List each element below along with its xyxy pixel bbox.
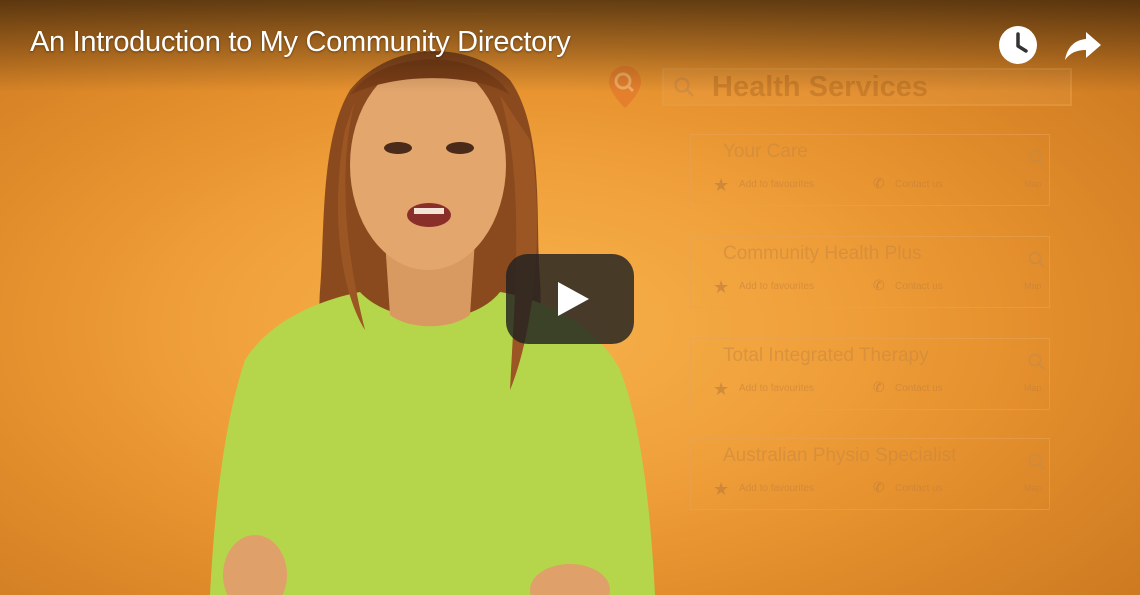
add-to-favourites-label: Add to favourites (739, 281, 815, 292)
phone-icon: ✆ (873, 479, 885, 495)
contact-us-label: Contact us (895, 281, 943, 292)
magnifier-icon (1028, 353, 1045, 370)
phone-icon: ✆ (873, 277, 885, 293)
service-card: Community Health Plus ★ Add to favourite… (690, 236, 1050, 308)
video-title[interactable]: An Introduction to My Community Director… (30, 26, 571, 59)
contact-us-label: Contact us (895, 179, 943, 190)
contact-us-label: Contact us (895, 383, 943, 394)
map-label: Map (1024, 483, 1042, 493)
star-icon: ★ (713, 479, 730, 499)
play-button[interactable] (506, 254, 634, 344)
add-to-favourites-label: Add to favourites (739, 483, 815, 494)
service-name: Australian Physio Specialist (723, 445, 957, 466)
play-icon (558, 282, 589, 316)
contact-us-label: Contact us (895, 483, 943, 494)
magnifier-icon (1028, 251, 1045, 268)
star-icon: ★ (713, 379, 730, 399)
phone-icon: ✆ (873, 175, 885, 191)
star-icon: ★ (713, 277, 730, 297)
service-card: Total Integrated Therapy ★ Add to favour… (690, 338, 1050, 410)
share-arrow-icon[interactable] (1062, 24, 1104, 66)
magnifier-icon (1028, 149, 1045, 166)
service-name: Your Care (723, 141, 808, 162)
magnifier-icon (1028, 453, 1045, 470)
star-icon: ★ (713, 175, 730, 195)
service-name: Community Health Plus (723, 243, 922, 264)
service-name: Total Integrated Therapy (723, 345, 929, 366)
video-player[interactable]: Health Services Your Care ★ Add to favou… (0, 0, 1140, 595)
map-label: Map (1024, 281, 1042, 291)
add-to-favourites-label: Add to favourites (739, 179, 815, 190)
map-label: Map (1024, 179, 1042, 189)
phone-icon: ✆ (873, 379, 885, 395)
clock-icon[interactable] (997, 24, 1039, 66)
service-card: Australian Physio Specialist ★ Add to fa… (690, 438, 1050, 510)
map-label: Map (1024, 383, 1042, 393)
add-to-favourites-label: Add to favourites (739, 383, 815, 394)
service-card: Your Care ★ Add to favourites ✆ Contact … (690, 134, 1050, 206)
